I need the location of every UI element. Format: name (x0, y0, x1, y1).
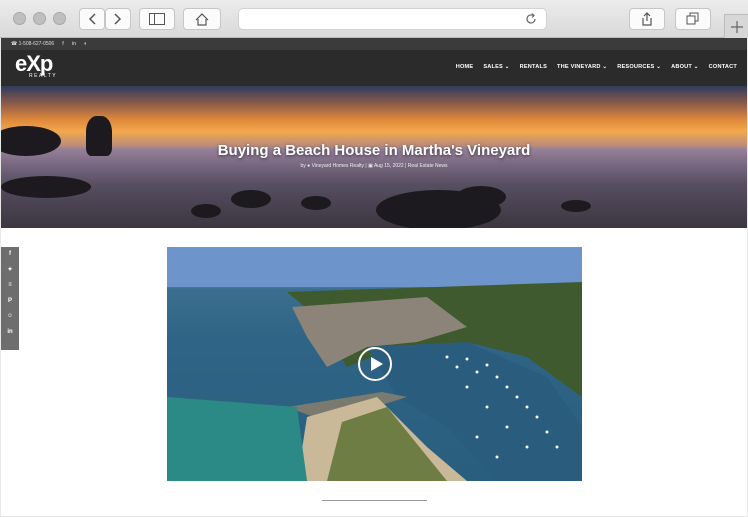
nav-item-contact[interactable]: CONTACT (709, 64, 737, 70)
sidebar-button[interactable] (139, 8, 175, 30)
play-icon (371, 357, 383, 371)
reddit-icon[interactable]: ☺ (1, 309, 19, 325)
tabs-overview-button[interactable] (675, 8, 711, 30)
post-author[interactable]: Vineyard Homes Realty (312, 163, 364, 169)
pinterest-icon[interactable]: P (1, 294, 19, 310)
chevron-left-icon (88, 13, 96, 25)
calendar-icon: ▣ (368, 163, 373, 169)
share-button[interactable] (629, 8, 665, 30)
browser-toolbar (0, 0, 748, 38)
home-icon (195, 12, 209, 26)
logo-mark: eXp (15, 51, 53, 76)
linkedin-icon[interactable]: in (1, 325, 19, 341)
hero-rock (456, 186, 506, 208)
user-icon: ● (307, 163, 311, 169)
post-title: Buying a Beach House in Martha's Vineyar… (217, 142, 531, 159)
sidebar-icon (149, 13, 165, 25)
linkedin-icon[interactable]: in (72, 41, 76, 47)
forward-button[interactable] (105, 8, 131, 30)
phone-number[interactable]: ☎ 1-508-627-0506 (11, 41, 54, 47)
top-contact-bar: ☎ 1-508-627-0506 f in ◐ (1, 38, 747, 50)
back-button[interactable] (79, 8, 105, 30)
home-button[interactable] (183, 8, 221, 30)
zoom-window-button[interactable] (53, 12, 66, 25)
web-page: ☎ 1-508-627-0506 f in ◐ eXp REALTY HOME … (1, 38, 747, 516)
logo-tagline: REALTY (29, 73, 58, 79)
chevron-down-icon: ⌄ (504, 64, 510, 70)
hero-rock (301, 196, 331, 210)
share-sidebar: f ✦ ≡ P ☺ in (1, 247, 19, 350)
new-tab-button[interactable] (724, 14, 748, 38)
nav-item-resources[interactable]: RESOURCES ⌄ (617, 64, 661, 70)
nav-menu: HOME SALES ⌄ RENTALS THE VINEYARD ⌄ RESO… (456, 64, 737, 70)
play-button[interactable] (358, 347, 392, 381)
hero-sea (1, 148, 747, 228)
hero-rock (191, 204, 221, 218)
chevron-right-icon (114, 13, 122, 25)
hero-banner: Buying a Beach House in Martha's Vineyar… (1, 86, 747, 228)
facebook-icon[interactable]: f (1, 247, 19, 263)
reload-icon[interactable] (524, 12, 538, 26)
chevron-down-icon: ⌄ (656, 64, 662, 70)
post-category[interactable]: Real Estate News (408, 163, 448, 169)
hero-rock (231, 190, 271, 208)
post-date: Aug 15, 2022 (373, 163, 404, 169)
post-meta: by ● Vineyard Homes Realty | ▣ Aug 15, 2… (300, 163, 448, 169)
chevron-down-icon: ⌄ (602, 64, 608, 70)
exp-realty-logo[interactable]: eXp REALTY (15, 53, 65, 81)
share-icon (642, 12, 652, 26)
content-divider (322, 500, 427, 501)
minimize-window-button[interactable] (33, 12, 46, 25)
nav-item-rentals[interactable]: RENTALS (520, 64, 547, 70)
chevron-down-icon: ⌄ (693, 64, 699, 70)
nav-item-about[interactable]: ABOUT ⌄ (671, 64, 699, 70)
twitter-icon[interactable]: ✦ (1, 263, 19, 279)
tabs-icon (686, 12, 699, 25)
address-bar[interactable] (238, 8, 547, 30)
main-navigation: eXp REALTY HOME SALES ⌄ RENTALS THE VINE… (1, 50, 747, 86)
plus-icon (730, 20, 743, 33)
buffer-icon[interactable]: ≡ (1, 278, 19, 294)
facebook-icon[interactable]: f (62, 41, 64, 47)
video-player[interactable] (167, 247, 582, 481)
meta-by: by (300, 163, 306, 169)
nav-item-the-vineyard[interactable]: THE VINEYARD ⌄ (557, 64, 607, 70)
close-window-button[interactable] (13, 12, 26, 25)
rss-icon[interactable]: ◐ (84, 41, 87, 47)
nav-item-home[interactable]: HOME (456, 64, 474, 70)
hero-rock (1, 176, 91, 198)
nav-item-sales[interactable]: SALES ⌄ (483, 64, 509, 70)
hero-rock (561, 200, 591, 212)
